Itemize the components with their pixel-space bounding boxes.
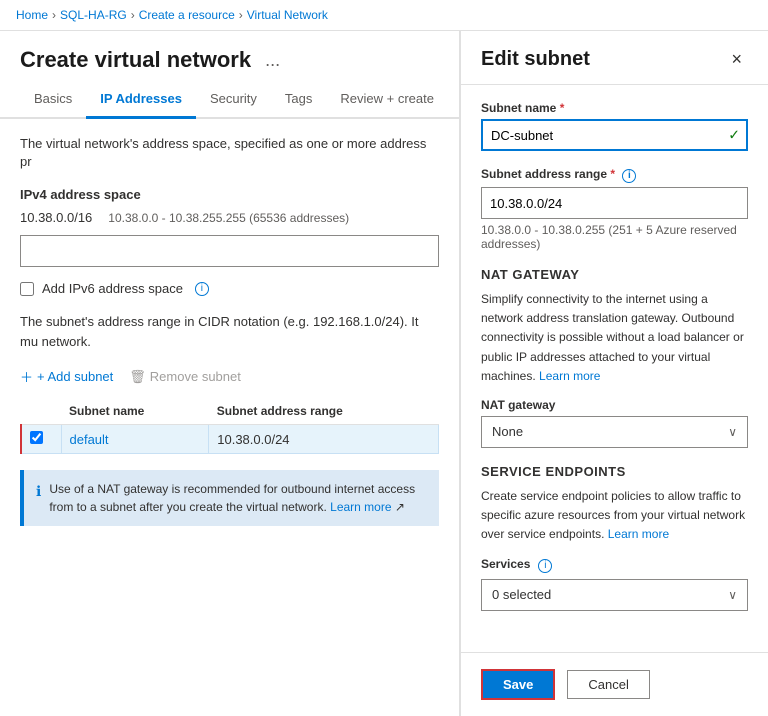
edit-subnet-panel: Edit subnet × Subnet name * ✓ Subnet add…: [460, 31, 768, 716]
trash-icon: 🗑: [129, 369, 146, 385]
chevron-icon-3: ›: [239, 8, 243, 22]
ipv4-section-title: IPv4 address space: [20, 187, 439, 202]
remove-subnet-label: Remove subnet: [150, 369, 241, 384]
subnet-name-link[interactable]: default: [70, 432, 109, 447]
breadcrumb-rg[interactable]: SQL-HA-RG: [60, 8, 127, 22]
dropdown-arrow-icon: ∨: [728, 425, 737, 439]
subnet-address-field: Subnet address range * i 10.38.0.0 - 10.…: [481, 167, 748, 251]
nat-gateway-value: None: [492, 424, 523, 439]
subnet-range-cell: 10.38.0.0/24: [209, 425, 439, 454]
breadcrumb-home[interactable]: Home: [16, 8, 48, 22]
table-row[interactable]: default 10.38.0.0/24: [21, 425, 439, 454]
right-panel-header: Edit subnet ×: [461, 31, 768, 85]
service-endpoints-learn-more-link[interactable]: Learn more: [608, 527, 669, 541]
ellipsis-button[interactable]: ...: [259, 48, 286, 73]
close-button[interactable]: ×: [725, 47, 748, 72]
nat-gateway-dropdown[interactable]: None ∨: [481, 416, 748, 448]
cidr-note: The subnet's address range in CIDR notat…: [20, 312, 439, 351]
cancel-button[interactable]: Cancel: [567, 670, 649, 699]
ipv6-checkbox-label: Add IPv6 address space: [42, 281, 183, 296]
subnet-name-label: Subnet name *: [481, 101, 748, 115]
save-button[interactable]: Save: [481, 669, 555, 700]
description-text: The virtual network's address space, spe…: [20, 135, 439, 171]
info-circle-icon: ℹ: [36, 481, 41, 502]
chevron-icon-2: ›: [131, 8, 135, 22]
tab-tags[interactable]: Tags: [271, 81, 326, 119]
subnet-row-checkbox[interactable]: [30, 431, 43, 444]
remove-subnet-button[interactable]: 🗑 Remove subnet: [129, 369, 241, 385]
page-title: Create virtual network: [20, 47, 251, 73]
address-space-input[interactable]: [20, 235, 439, 267]
address-range-info-icon[interactable]: i: [622, 169, 636, 183]
nat-gateway-label: NAT gateway: [481, 398, 748, 412]
service-endpoints-section-header: SERVICE ENDPOINTS: [481, 464, 748, 479]
services-field: Services i 0 selected ∨: [481, 557, 748, 611]
ipv6-info-icon[interactable]: i: [195, 282, 209, 296]
required-indicator-2: *: [610, 167, 615, 181]
nat-notice-text: Use of a NAT gateway is recommended for …: [49, 480, 427, 516]
add-subnet-button[interactable]: ＋ + Add subnet: [20, 367, 113, 386]
ipv6-checkbox[interactable]: [20, 282, 34, 296]
edit-subnet-title: Edit subnet: [481, 48, 590, 71]
nat-gateway-section-header: NAT GATEWAY: [481, 267, 748, 282]
subnet-address-input[interactable]: [481, 187, 748, 219]
subnet-name-input[interactable]: [481, 119, 748, 151]
breadcrumb-virtual-network[interactable]: Virtual Network: [247, 8, 328, 22]
ipv4-range: 10.38.0.0 - 10.38.255.255 (65536 address…: [108, 211, 349, 225]
nat-learn-more-link[interactable]: Learn more: [539, 369, 600, 383]
nat-gateway-desc: Simplify connectivity to the internet us…: [481, 290, 748, 386]
tab-basics[interactable]: Basics: [20, 81, 86, 119]
services-dropdown-arrow-icon: ∨: [728, 588, 737, 602]
service-endpoints-desc: Create service endpoint policies to allo…: [481, 487, 748, 545]
left-panel: Create virtual network ... Basics IP Add…: [0, 31, 460, 716]
breadcrumb: Home › SQL-HA-RG › Create a resource › V…: [0, 0, 768, 31]
breadcrumb-create-resource[interactable]: Create a resource: [139, 8, 235, 22]
services-dropdown[interactable]: 0 selected ∨: [481, 579, 748, 611]
external-link-icon: ↗: [395, 500, 405, 514]
tab-bar: Basics IP Addresses Security Tags Review…: [0, 81, 459, 119]
col-subnet-name: Subnet name: [61, 398, 209, 425]
required-indicator: *: [560, 101, 565, 115]
col-subnet-range: Subnet address range: [209, 398, 439, 425]
subnet-address-label: Subnet address range * i: [481, 167, 748, 183]
tab-ip-addresses[interactable]: IP Addresses: [86, 81, 196, 119]
tab-security[interactable]: Security: [196, 81, 271, 119]
subnet-name-field: Subnet name * ✓: [481, 101, 748, 151]
subnet-table: Subnet name Subnet address range default…: [20, 398, 439, 454]
plus-icon: ＋: [20, 367, 33, 386]
tab-review-create[interactable]: Review + create: [326, 81, 448, 119]
ipv4-value: 10.38.0.0/16: [20, 210, 92, 225]
check-icon: ✓: [728, 127, 740, 144]
add-subnet-label: + Add subnet: [37, 369, 113, 384]
services-info-icon[interactable]: i: [538, 559, 552, 573]
nat-notice: ℹ Use of a NAT gateway is recommended fo…: [20, 470, 439, 526]
services-value: 0 selected: [492, 587, 551, 602]
learn-more-link[interactable]: Learn more: [330, 500, 391, 514]
services-label: Services: [481, 557, 530, 571]
right-panel-footer: Save Cancel: [461, 652, 768, 716]
address-note: 10.38.0.0 - 10.38.0.255 (251 + 5 Azure r…: [481, 223, 748, 251]
chevron-icon-1: ›: [52, 8, 56, 22]
nat-gateway-field: NAT gateway None ∨: [481, 398, 748, 448]
